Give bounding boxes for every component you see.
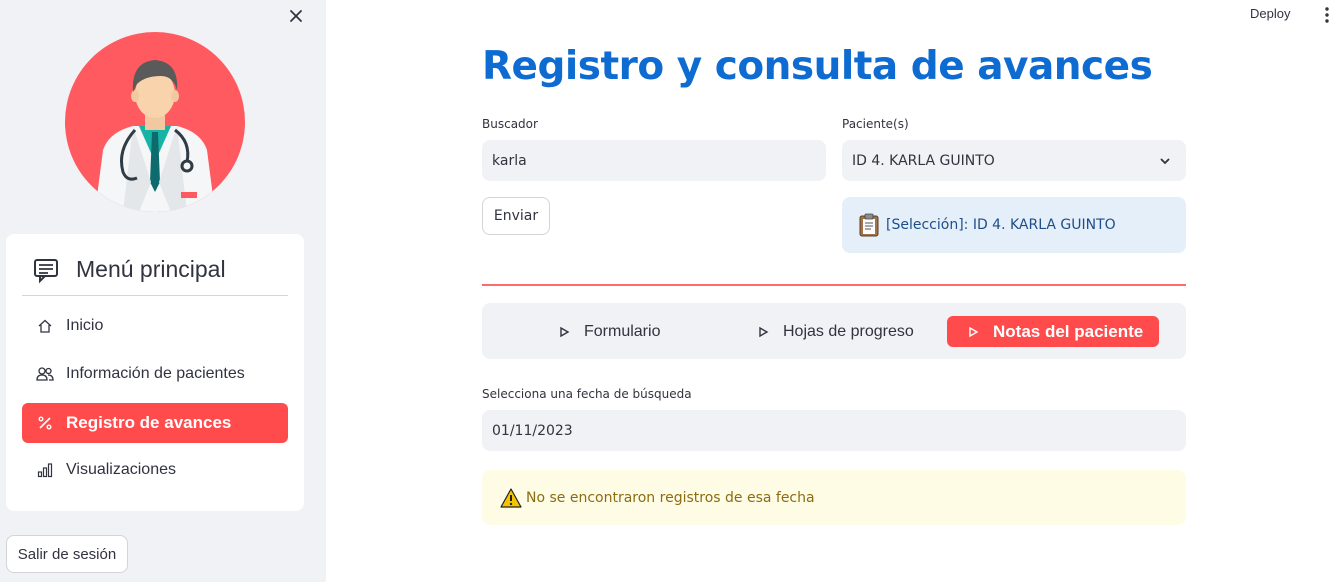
sidebar-item-registro-avances[interactable]: Registro de avances: [22, 403, 288, 443]
tab-hojas-progreso[interactable]: Hojas de progreso: [757, 316, 914, 347]
sidebar-item-informacion-pacientes[interactable]: Información de pacientes: [22, 354, 288, 394]
sidebar-item-label: Información de pacientes: [66, 365, 245, 382]
doctor-avatar: [65, 32, 245, 212]
home-icon: [36, 317, 54, 335]
kebab-menu-icon: [1325, 7, 1329, 23]
tab-bar: Formulario Hojas de progreso Notas del p…: [482, 303, 1186, 359]
tab-label: Hojas de progreso: [783, 322, 914, 340]
users-icon: [36, 365, 54, 383]
search-input-value: karla: [492, 152, 527, 169]
search-label: Buscador: [482, 117, 538, 131]
page-title: Registro y consulta de avances: [482, 44, 1153, 89]
warning-alert: No se encontraron registros de esa fecha: [482, 470, 1186, 525]
sidebar-item-label: Registro de avances: [66, 413, 232, 432]
main-menu-button[interactable]: [1319, 5, 1335, 25]
selection-info-box: [Selección]: ID 4. KARLA GUINTO: [842, 197, 1186, 253]
close-sidebar-button[interactable]: [286, 6, 306, 26]
chevron-down-icon: [1160, 157, 1170, 164]
date-input[interactable]: 01/11/2023: [482, 410, 1186, 451]
deploy-button[interactable]: Deploy: [1250, 6, 1290, 21]
date-input-value: 01/11/2023: [492, 422, 573, 439]
play-icon: [969, 326, 979, 337]
selection-info-text: [Selección]: ID 4. KARLA GUINTO: [886, 217, 1116, 233]
logout-button[interactable]: Salir de sesión: [6, 535, 128, 573]
sidebar: Menú principal Inicio Información de pac…: [0, 0, 326, 582]
tab-label: Notas del paciente: [993, 321, 1144, 341]
play-icon: [759, 326, 769, 337]
tab-label: Formulario: [584, 322, 661, 340]
sidebar-item-visualizaciones[interactable]: Visualizaciones: [22, 450, 288, 490]
date-field-label: Selecciona una fecha de búsqueda: [482, 387, 692, 401]
doctor-icon: [65, 32, 245, 212]
divider: [482, 284, 1186, 286]
sidebar-item-inicio[interactable]: Inicio: [22, 306, 288, 346]
play-icon: [560, 326, 570, 337]
close-icon: [290, 10, 302, 22]
submit-button[interactable]: Enviar: [482, 197, 550, 235]
menu-title: Menú principal: [76, 256, 226, 282]
chat-lines-icon: [34, 259, 58, 284]
main-menu-card: Menú principal Inicio Información de pac…: [6, 234, 304, 511]
patient-select-value: ID 4. KARLA GUINTO: [852, 152, 995, 169]
tab-formulario[interactable]: Formulario: [558, 316, 660, 347]
sidebar-item-label: Inicio: [66, 317, 104, 334]
percent-icon: [36, 414, 54, 432]
clipboard-icon: [859, 213, 879, 237]
patient-select[interactable]: ID 4. KARLA GUINTO: [842, 140, 1186, 181]
search-input[interactable]: karla: [482, 140, 826, 181]
bar-chart-icon: [36, 461, 54, 479]
menu-header: Menú principal: [22, 254, 288, 296]
warning-icon: [500, 487, 522, 508]
sidebar-item-label: Visualizaciones: [66, 461, 176, 478]
tab-notas-paciente[interactable]: Notas del paciente: [947, 316, 1160, 347]
warning-text: No se encontraron registros de esa fecha: [526, 489, 815, 506]
patient-select-label: Paciente(s): [842, 117, 909, 131]
